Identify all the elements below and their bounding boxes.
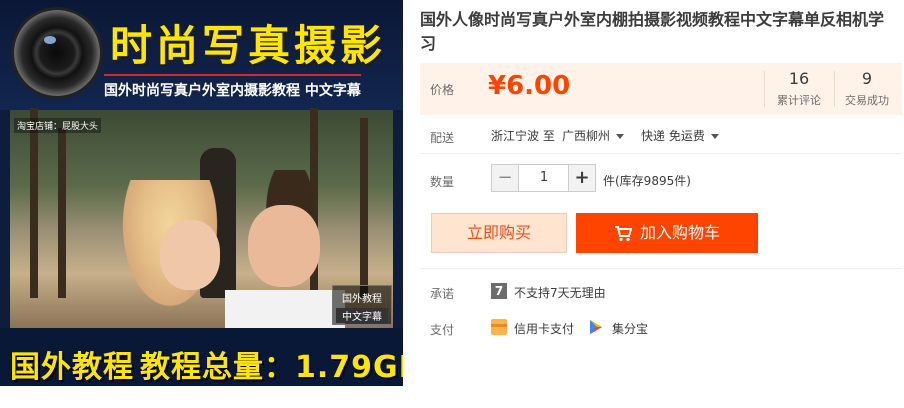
review-label: 累计评论	[777, 94, 821, 107]
credit-card-icon	[491, 319, 507, 335]
image-photo: 淘宝店铺：屁股大头 国外教程 中文字幕	[10, 108, 393, 330]
price-value: ¥6.00	[488, 71, 571, 101]
quantity-input[interactable]: 1	[519, 165, 569, 191]
man-shirt	[225, 290, 345, 330]
shipping-method: 快递 免运费	[641, 129, 705, 143]
shipping-destination-select[interactable]: 广西柳州	[562, 127, 625, 144]
camera-lens-icon	[14, 10, 100, 96]
shipping-from: 浙江宁波 至	[491, 129, 555, 143]
badge-top-text: 国外教程	[342, 294, 382, 305]
shipping-method-select[interactable]: 快递 免运费	[641, 127, 719, 144]
price-label: 价格	[430, 83, 455, 97]
image-headline: 时尚写真摄影	[110, 21, 387, 70]
product-image[interactable]: 时尚写真摄影 国外时尚写真户外室内摄影教程 中文字幕 淘宝店铺：屁股大头 国外教…	[0, 0, 403, 386]
shopping-cart-icon	[614, 225, 632, 241]
buy-now-button[interactable]: 立即购买	[431, 213, 567, 253]
tree-trunk	[30, 108, 38, 298]
payment-label: 支付	[430, 323, 455, 337]
promise-text: 不支持7天无理由	[514, 286, 606, 300]
stock-text: 件(库存9895件)	[603, 174, 691, 188]
payment-method-credit[interactable]: 信用卡支付	[514, 320, 574, 337]
review-count: 16	[788, 69, 810, 88]
man-face	[248, 205, 320, 287]
review-stat[interactable]: 16 累计评论	[766, 69, 832, 108]
stats-divider	[764, 71, 765, 107]
product-title: 国外人像时尚写真户外室内棚拍摄影视频教程中文字幕单反相机学习	[420, 10, 885, 53]
promise-label: 承诺	[430, 287, 455, 301]
shipping-label: 配送	[430, 131, 455, 145]
increase-button[interactable]: +	[568, 165, 595, 191]
tree-trunk	[58, 128, 66, 298]
seven-day-icon: 7	[491, 283, 507, 299]
shipping-destination: 广西柳州	[562, 129, 611, 143]
chevron-down-icon	[710, 134, 719, 139]
badge-bottom-text: 中文字幕	[336, 308, 388, 323]
add-to-cart-label: 加入购物车	[639, 223, 720, 242]
sales-count: 9	[861, 69, 873, 88]
quantity-stepper: − 1 +	[491, 164, 596, 192]
chevron-down-icon	[616, 134, 625, 139]
quantity-label: 数量	[430, 175, 455, 189]
image-footer-left: 国外教程	[10, 350, 134, 385]
sales-label: 交易成功	[845, 94, 889, 107]
shop-watermark: 淘宝店铺：屁股大头	[14, 118, 102, 133]
jifenbao-icon	[590, 320, 602, 334]
woman-face	[160, 220, 220, 290]
sales-stat: 9 交易成功	[834, 69, 900, 108]
image-subtitle: 国外时尚写真户外室内摄影教程 中文字幕	[104, 74, 361, 100]
divider	[420, 153, 902, 154]
payment-method-jifenbao[interactable]: 集分宝	[612, 320, 648, 337]
add-to-cart-button[interactable]: 加入购物车	[576, 213, 758, 253]
decrease-button[interactable]: −	[492, 165, 519, 191]
tree-trunk	[360, 118, 368, 298]
image-badge: 国外教程 中文字幕	[332, 285, 392, 325]
price-box: 价格 ¥6.00 16 累计评论 9 交易成功	[420, 63, 902, 115]
image-footer-right: 教程总量：1.79GB	[140, 350, 403, 385]
divider	[420, 268, 902, 269]
